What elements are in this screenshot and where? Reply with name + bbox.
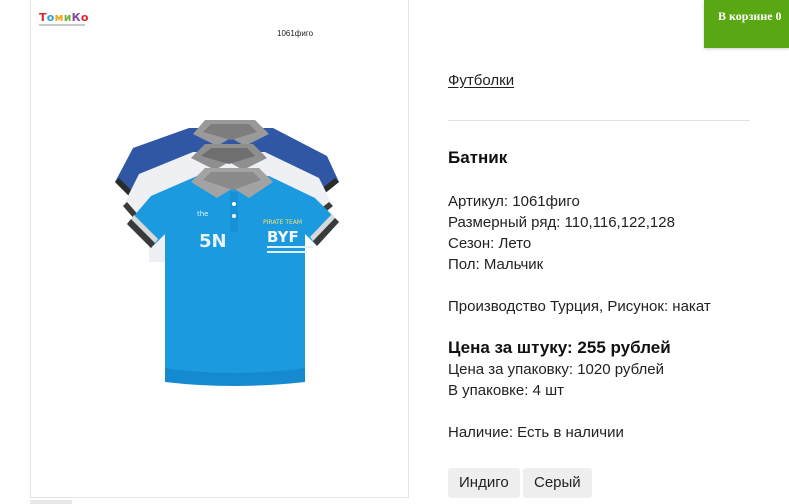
shirt-blue: the 5N PIRATE TEAM BYF bbox=[127, 168, 339, 386]
color-option-grey[interactable]: Серый bbox=[523, 468, 592, 498]
detail-size-range: Размерный ряд: 110,116,122,128 bbox=[448, 214, 675, 231]
color-option-indigo[interactable]: Индиго bbox=[448, 468, 520, 498]
print-small-text: the bbox=[197, 210, 209, 218]
logo-letter: о bbox=[80, 11, 89, 24]
photo-article-label: 1061фиго bbox=[277, 29, 314, 38]
print-brand-text: BYF bbox=[267, 228, 299, 246]
detail-gender: Пол: Мальчик bbox=[448, 256, 544, 273]
divider bbox=[448, 120, 750, 121]
product-description: Производство Турция, Рисунок: накат bbox=[448, 298, 711, 315]
print-number: 5N bbox=[199, 231, 227, 252]
brand-logo: ТомиКо bbox=[39, 10, 89, 26]
price-per-pack: Цена за упаковку: 1020 рублей bbox=[448, 361, 664, 378]
logo-tagline bbox=[39, 24, 85, 26]
product-title: Батник bbox=[448, 148, 508, 167]
detail-article: Артикул: 1061фиго bbox=[448, 193, 580, 210]
cart-button[interactable]: В корзине 0 bbox=[704, 0, 789, 48]
product-photo[interactable]: the 5N PIRATE TEAM BYF bbox=[93, 112, 349, 394]
logo-letter: и bbox=[63, 11, 72, 24]
price-per-item: Цена за штуку: 255 рублей bbox=[448, 338, 671, 357]
product-gallery: ТомиКо 1061фиго the 5N PIRATE TEAM BYF bbox=[30, 0, 409, 498]
logo-letter: м bbox=[54, 11, 64, 24]
availability-status: Наличие: Есть в наличии bbox=[448, 424, 624, 441]
detail-season: Сезон: Лето bbox=[448, 235, 532, 252]
thumbnail-indicator[interactable] bbox=[30, 500, 72, 504]
pack-quantity: В упаковке: 4 шт bbox=[448, 382, 565, 399]
logo-letter: К bbox=[71, 11, 81, 24]
breadcrumb-category-link[interactable]: Футболки bbox=[448, 72, 514, 89]
print-team-text: PIRATE TEAM bbox=[263, 219, 302, 226]
logo-letter: Т bbox=[39, 11, 47, 24]
